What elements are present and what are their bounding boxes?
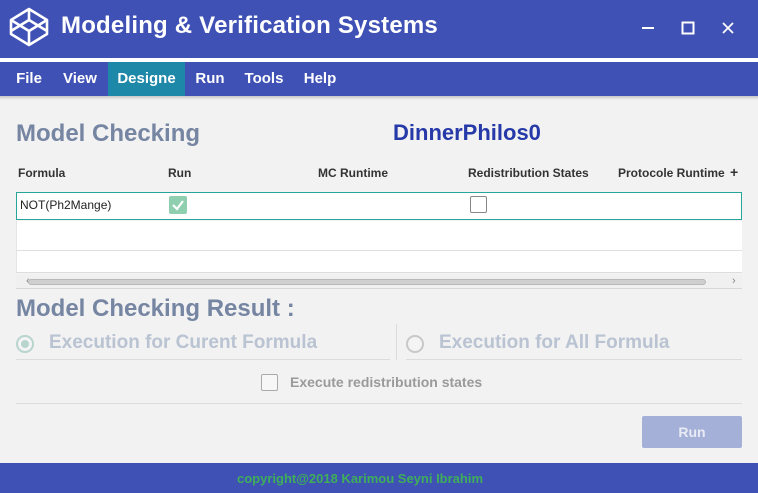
menu-view[interactable]: View (54, 62, 106, 96)
execute-redistribution-label: Execute redistribution states (290, 374, 483, 390)
title-bar: Modeling & Verification Systems (0, 0, 758, 58)
model-name: DinnerPhilos0 (393, 120, 541, 145)
checkmark-icon (172, 200, 184, 211)
copyright-text: copyright@2018 Karimou Seyni Ibrahim (237, 471, 484, 486)
menu-help[interactable]: Help (296, 62, 344, 96)
minimize-icon (642, 27, 654, 29)
close-icon (722, 22, 734, 34)
menu-run[interactable]: Run (189, 62, 231, 96)
current-formula-label: Execution for Curent Formula (49, 332, 318, 353)
table-row[interactable]: NOT(Ph2Mange) (16, 192, 742, 220)
maximize-icon (681, 21, 695, 35)
menu-bar: File View Designe Run Tools Help (0, 58, 758, 96)
radio-all-formula[interactable] (406, 335, 424, 353)
vertical-divider (396, 324, 397, 360)
run-checkbox[interactable] (169, 196, 187, 214)
footer: copyright@2018 Karimou Seyni Ibrahim (0, 463, 758, 493)
menu-designe[interactable]: Designe (108, 62, 185, 96)
maximize-button[interactable] (676, 16, 700, 40)
redistribution-checkbox[interactable] (470, 196, 487, 213)
option-all-formula[interactable]: Execution for All Formula (406, 326, 742, 360)
horizontal-scrollbar[interactable]: ‹ › (16, 275, 742, 289)
option-current-formula[interactable]: Execution for Curent Formula (16, 326, 390, 360)
run-button[interactable]: Run (642, 416, 742, 448)
all-formula-label: Execution for All Formula (439, 332, 670, 353)
column-protocole-runtime[interactable]: Protocole Runtime (618, 166, 725, 180)
option-underline (16, 359, 390, 360)
column-run[interactable]: Run (168, 166, 191, 180)
model-checking-title: Model Checking (16, 120, 201, 147)
row-divider (16, 250, 742, 251)
minimize-button[interactable] (636, 16, 660, 40)
option-underline (406, 359, 742, 360)
scroll-right-icon[interactable]: › (732, 275, 736, 287)
app-title: Modeling & Verification Systems (61, 12, 438, 39)
menu-shadow (0, 96, 758, 100)
table-empty-area (16, 221, 742, 273)
codepen-cube-icon (9, 7, 49, 47)
menu-tools[interactable]: Tools (237, 62, 291, 96)
result-title: Model Checking Result : (16, 295, 295, 322)
formula-cell[interactable]: NOT(Ph2Mange) (20, 198, 111, 212)
execute-redistribution-checkbox[interactable] (261, 374, 278, 391)
close-button[interactable] (716, 16, 740, 40)
radio-current-formula[interactable] (16, 335, 34, 353)
menu-file[interactable]: File (8, 62, 50, 96)
column-redistribution-states[interactable]: Redistribution States (468, 166, 589, 180)
column-mc-runtime[interactable]: MC Runtime (318, 166, 388, 180)
scrollbar-thumb[interactable] (28, 279, 706, 285)
plus-icon[interactable]: + (730, 164, 738, 180)
section-divider (16, 403, 742, 404)
column-formula[interactable]: Formula (18, 166, 65, 180)
